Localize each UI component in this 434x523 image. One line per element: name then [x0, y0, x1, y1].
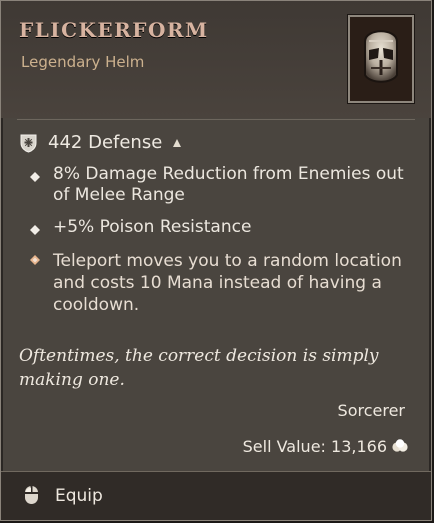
upgrade-arrow-icon: [173, 139, 182, 147]
sell-value: Sell Value: 13,166: [242, 437, 387, 456]
item-icon-frame: [348, 15, 414, 103]
shield-icon: [20, 134, 37, 153]
action-footer: Equip: [1, 471, 431, 520]
gold-icon: [392, 438, 408, 452]
equip-button[interactable]: Equip: [55, 486, 103, 506]
helm-icon: [350, 17, 412, 101]
mouse-icon: [25, 486, 38, 504]
tooltip-header: FLICKERFORM Legendary Helm: [1, 1, 431, 118]
class-requirement: Sorcerer: [337, 401, 405, 420]
affix-bullet-icon: [30, 225, 40, 235]
defense-value: 442 Defense: [48, 132, 163, 153]
header-divider: [17, 119, 415, 120]
flavor-text: Oftentimes, the correct decision is simp…: [19, 346, 379, 390]
item-type: Legendary Helm: [21, 53, 145, 71]
defense-row: 442 Defense: [19, 132, 182, 154]
aspect-bullet-icon: [30, 255, 40, 265]
item-tooltip: FLICKERFORM Legendary Helm 442 Defense 8…: [0, 0, 432, 521]
legendary-aspect: Teleport moves you to a random location …: [53, 251, 402, 315]
sell-value-row: Sell Value: 13,166: [243, 437, 409, 456]
affix-bullet-icon: [30, 172, 40, 182]
item-name: FLICKERFORM: [19, 18, 209, 42]
affix-damage-reduction: 8% Damage Reduction from Enemies out of …: [53, 164, 404, 205]
affix-poison-resistance: +5% Poison Resistance: [53, 217, 252, 237]
